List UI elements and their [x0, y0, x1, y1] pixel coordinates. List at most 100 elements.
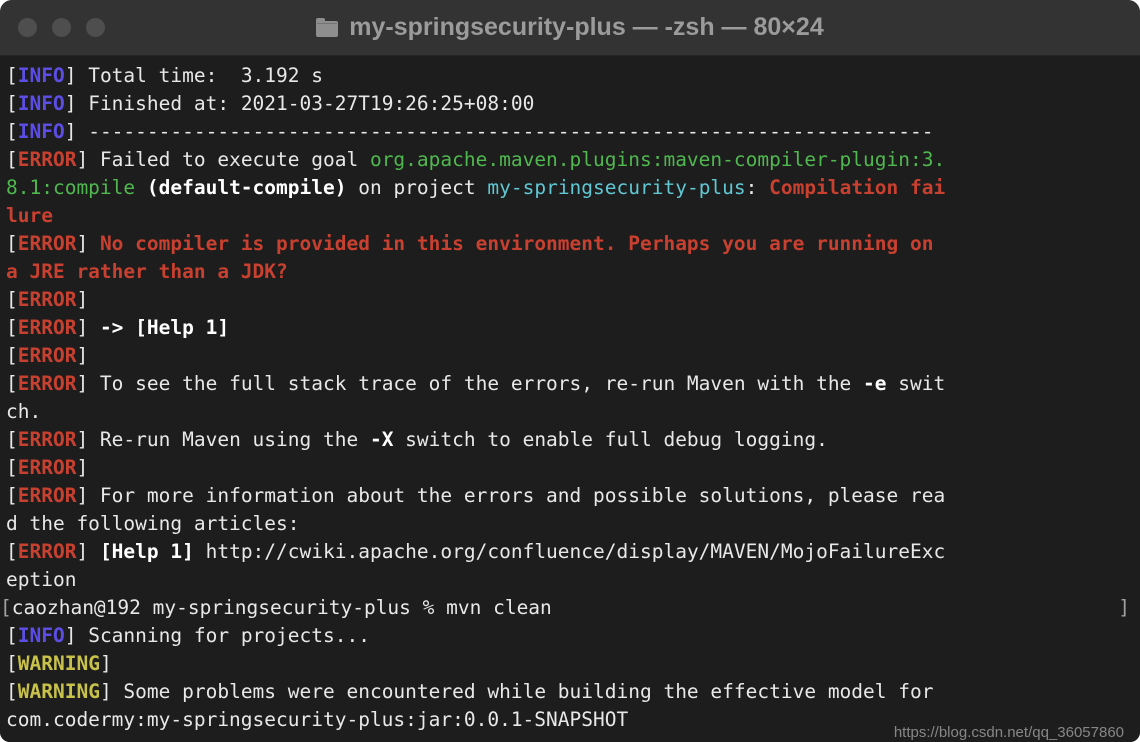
terminal-line: [INFO] Scanning for projects...	[6, 622, 1140, 650]
terminal-span: ERROR	[17, 288, 77, 311]
terminal-span: INFO	[17, 64, 65, 87]
terminal-line: [ERROR]	[6, 286, 1140, 314]
terminal-span: http://cwiki.apache.org/confluence/displ…	[193, 540, 946, 563]
terminal-span: d the following articles:	[6, 512, 300, 535]
terminal-span: 8.1:compile	[6, 176, 136, 199]
terminal-span: -e	[863, 372, 887, 395]
terminal-span: [	[6, 484, 18, 507]
terminal-span: [	[6, 624, 18, 647]
terminal-span: ERROR	[17, 148, 77, 171]
terminal-span: ] Total time: 3.192 s	[64, 64, 323, 87]
terminal-span: ] Scanning for projects...	[64, 624, 370, 647]
terminal-span: WARNING	[17, 652, 100, 675]
terminal-line: [ERROR] [Help 1] http://cwiki.apache.org…	[6, 538, 1140, 566]
terminal-span: ] To see the full stack trace of the err…	[76, 372, 864, 395]
terminal-span: ]	[76, 232, 100, 255]
selection-bracket-left: [	[0, 596, 12, 619]
terminal-span: ]	[76, 540, 100, 563]
terminal-span: [	[6, 456, 18, 479]
terminal-span: ]	[76, 456, 89, 479]
terminal-line: [ERROR] Re-run Maven using the -X switch…	[6, 426, 1140, 454]
terminal-line: d the following articles:	[6, 510, 1140, 538]
traffic-light-group	[18, 0, 105, 55]
terminal-line: ch.	[6, 398, 1140, 426]
terminal-span: -X	[369, 428, 394, 451]
terminal-span: [	[6, 372, 18, 395]
terminal-span: ERROR	[17, 372, 77, 395]
terminal-line: [ERROR] -> [Help 1]	[6, 314, 1140, 342]
terminal-span: [	[6, 288, 18, 311]
terminal-span: ]	[76, 344, 89, 367]
terminal-span: ] Finished at: 2021-03-27T19:26:25+08:00	[64, 92, 535, 115]
terminal-span: ] For more information about the errors …	[76, 484, 946, 507]
terminal-line: eption	[6, 566, 1140, 594]
terminal-span: ] Some problems were encountered while b…	[99, 680, 934, 703]
terminal-span: ] Re-run Maven using the	[76, 428, 370, 451]
terminal-line: 8.1:compile (default-compile) on project…	[6, 174, 1140, 202]
terminal-line: [WARNING] Some problems were encountered…	[6, 678, 1140, 706]
terminal-span: [	[6, 120, 18, 143]
terminal-line: [INFO] Finished at: 2021-03-27T19:26:25+…	[6, 90, 1140, 118]
terminal-span: a JRE rather than a JDK?	[6, 260, 288, 283]
zoom-button[interactable]	[86, 18, 105, 37]
terminal-span: ERROR	[17, 484, 77, 507]
terminal-span: ERROR	[17, 456, 77, 479]
title-bar[interactable]: my-springsecurity-plus — -zsh — 80×24	[0, 0, 1140, 56]
terminal-span	[135, 176, 147, 199]
terminal-span: ERROR	[17, 316, 77, 339]
terminal-span: my-springsecurity-plus	[487, 176, 746, 199]
terminal-span: No compiler is provided in this environm…	[99, 232, 934, 255]
terminal-span: ]	[76, 316, 100, 339]
terminal-line: a JRE rather than a JDK?	[6, 258, 1140, 286]
terminal-span: [	[6, 652, 18, 675]
terminal-line: [ERROR]	[6, 342, 1140, 370]
watermark: https://blog.csdn.net/qq_36057860	[893, 724, 1124, 741]
terminal-span: INFO	[17, 92, 65, 115]
terminal-span: INFO	[17, 120, 65, 143]
window-title: my-springsecurity-plus — -zsh — 80×24	[349, 13, 824, 41]
terminal-span: [	[6, 148, 18, 171]
terminal-line: [INFO] Total time: 3.192 s	[6, 62, 1140, 90]
close-button[interactable]	[18, 18, 37, 37]
minimize-button[interactable]	[52, 18, 71, 37]
terminal-span: lure	[6, 204, 53, 227]
terminal-span: switch to enable full debug logging.	[393, 428, 828, 451]
terminal-span: [	[6, 540, 18, 563]
terminal-span: eption	[6, 568, 77, 591]
terminal-window: my-springsecurity-plus — -zsh — 80×24 [I…	[0, 0, 1140, 742]
terminal-span: Compilation fai	[769, 176, 946, 199]
window-title-group: my-springsecurity-plus — -zsh — 80×24	[316, 13, 824, 42]
terminal-span: :	[745, 176, 770, 199]
terminal-line: [WARNING]	[6, 650, 1140, 678]
terminal-span: [	[6, 232, 18, 255]
terminal-line: lure	[6, 202, 1140, 230]
terminal-span: ] Failed to execute goal	[76, 148, 370, 171]
terminal-span: caozhan@192 my-springsecurity-plus % mvn…	[11, 596, 552, 619]
terminal-line: [ERROR] To see the full stack trace of t…	[6, 370, 1140, 398]
folder-icon	[316, 18, 339, 37]
terminal-span: [	[6, 92, 18, 115]
terminal-span: swit	[886, 372, 946, 395]
terminal-span: -> [Help 1]	[99, 316, 230, 339]
terminal-span: org.apache.maven.plugins:maven-compiler-…	[369, 148, 946, 171]
terminal-span: on project	[346, 176, 488, 199]
selection-bracket-right: ]	[1118, 596, 1130, 619]
terminal-span: ch.	[6, 400, 42, 423]
terminal-span: ERROR	[17, 232, 77, 255]
terminal-span: [	[6, 316, 18, 339]
terminal-span: ERROR	[17, 344, 77, 367]
terminal-span: ERROR	[17, 428, 77, 451]
terminal-output-area[interactable]: [INFO] Total time: 3.192 s [INFO] Finishe…	[0, 56, 1140, 742]
terminal-line: [ERROR]	[6, 454, 1140, 482]
terminal-span: com.codermy:my-springsecurity-plus:jar:0…	[6, 708, 629, 731]
terminal-span: [	[6, 680, 18, 703]
terminal-line: [ERROR] No compiler is provided in this …	[6, 230, 1140, 258]
terminal-line: [ERROR] For more information about the e…	[6, 482, 1140, 510]
terminal-span: ] --------------------------------------…	[64, 120, 934, 143]
terminal-span: (default-compile)	[146, 176, 347, 199]
terminal-line: [ERROR] Failed to execute goal org.apach…	[6, 146, 1140, 174]
terminal-span: [	[6, 428, 18, 451]
terminal-span: ERROR	[17, 540, 77, 563]
terminal-span: ]	[99, 652, 112, 675]
terminal-span: ]	[76, 288, 89, 311]
